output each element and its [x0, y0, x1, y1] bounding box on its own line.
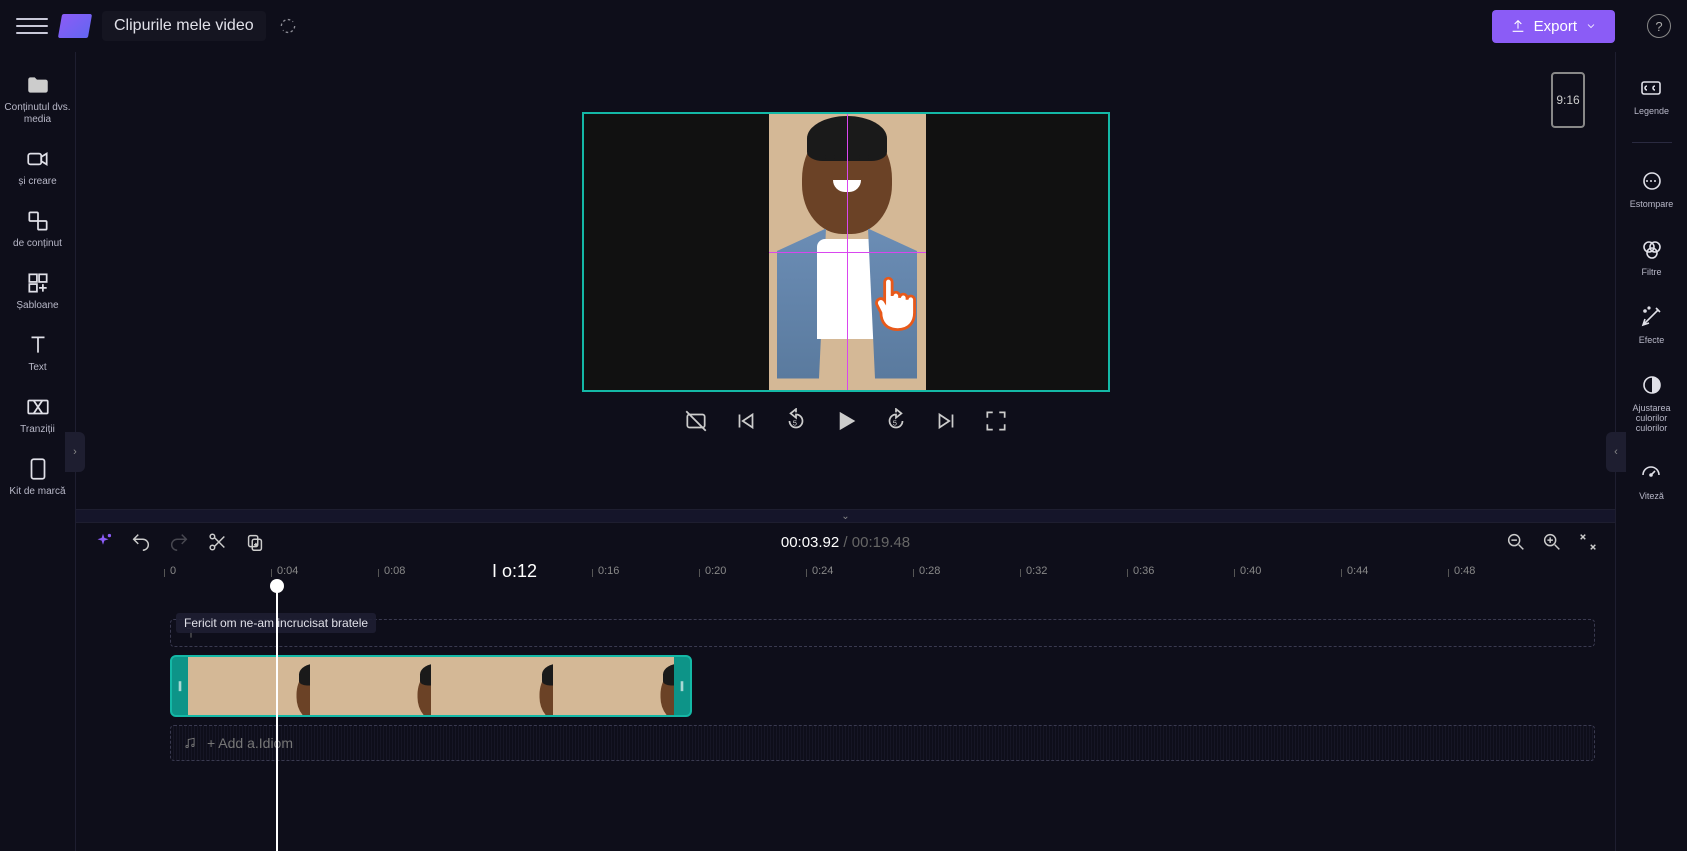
ruler-mark: 0:04: [277, 565, 298, 577]
effects-icon: [1639, 305, 1663, 329]
cursor-hand-icon: [866, 268, 922, 338]
zoom-in-button[interactable]: [1541, 531, 1563, 553]
hide-preview-button[interactable]: [683, 408, 709, 434]
preview-canvas[interactable]: [582, 112, 1110, 392]
forward-5-button[interactable]: 5: [883, 408, 909, 434]
timeline-toolbar: 00:03.92 / 00:19.48: [76, 523, 1615, 561]
redo-button: [168, 531, 190, 553]
skip-back-button[interactable]: [733, 408, 759, 434]
clip-handle-right[interactable]: ∥: [674, 657, 690, 715]
timeline-ruler[interactable]: I o:12 0 0:04 0:08 0:16 0:20 0:24 0:28 0:32 0:36…: [76, 561, 1615, 589]
effects-button[interactable]: Efecte: [1639, 299, 1665, 351]
sidebar-brand[interactable]: Kit de marcă: [0, 448, 75, 506]
clip-thumbnail: [431, 657, 553, 715]
menu-button[interactable]: [16, 10, 48, 42]
ruler-mark: 0:28: [919, 565, 940, 577]
preview-clip[interactable]: [769, 114, 926, 390]
text-track-dropzone[interactable]: [170, 619, 1595, 647]
clip-handle-left[interactable]: ∥: [172, 657, 188, 715]
camera-icon: [25, 148, 51, 170]
ruler-highlight-mark: I o:12: [492, 561, 537, 582]
ruler-mark: 0: [170, 565, 176, 577]
help-button[interactable]: ?: [1647, 14, 1671, 38]
guide-vertical: [847, 114, 848, 390]
timeline[interactable]: I o:12 0 0:04 0:08 0:16 0:20 0:24 0:28 0:32 0:36…: [76, 561, 1615, 851]
captions-icon: [1639, 76, 1663, 100]
audio-track-dropzone[interactable]: + Add a.Idiom: [170, 725, 1595, 761]
folder-icon: [25, 74, 51, 96]
colors-button[interactable]: Ajustarea culorilorculorilor: [1616, 367, 1687, 439]
video-track: ∥ ∥: [170, 655, 1595, 717]
sync-icon: [278, 16, 298, 36]
magic-button[interactable]: [92, 531, 114, 553]
skip-forward-button[interactable]: [933, 408, 959, 434]
clip-thumbnail: [553, 657, 675, 715]
ruler-mark: 0:32: [1026, 565, 1047, 577]
transitions-icon: [25, 396, 51, 418]
sidebar-media[interactable]: Conținutul dvs. media: [0, 64, 75, 134]
brand-icon: [25, 458, 51, 480]
svg-text:5: 5: [792, 418, 796, 427]
time-display: 00:03.92 / 00:19.48: [781, 534, 910, 551]
speed-icon: [1639, 461, 1663, 485]
sidebar-transitions[interactable]: Tranziții: [0, 386, 75, 444]
ruler-mark: 0:24: [812, 565, 833, 577]
duplicate-button[interactable]: [244, 531, 266, 553]
fullscreen-button[interactable]: [983, 408, 1009, 434]
templates-icon: [25, 272, 51, 294]
sidebar-right-expand-button[interactable]: ‹: [1606, 432, 1626, 472]
collapse-timeline-button[interactable]: ⌄: [76, 509, 1615, 523]
sidebar-library[interactable]: de conținut: [0, 200, 75, 258]
sidebar-right: Legende Estompare Filtre Efecte Ajustare…: [1615, 52, 1687, 851]
ruler-mark: 0:40: [1240, 565, 1261, 577]
ruler-mark: 0:16: [598, 565, 619, 577]
fade-icon: [1640, 169, 1664, 193]
sidebar-text[interactable]: Text: [0, 324, 75, 382]
ruler-mark: 0:20: [705, 565, 726, 577]
text-icon: [25, 334, 51, 356]
split-button[interactable]: [206, 531, 228, 553]
preview-area: 9:16 5 5: [76, 52, 1615, 509]
video-clip[interactable]: ∥ ∥: [170, 655, 692, 717]
fit-button[interactable]: [1577, 531, 1599, 553]
ruler-mark: 0:08: [384, 565, 405, 577]
colors-icon: [1640, 373, 1664, 397]
playhead[interactable]: [276, 591, 278, 851]
filters-button[interactable]: Filtre: [1640, 231, 1664, 283]
app-logo-icon: [58, 14, 92, 38]
svg-text:5: 5: [892, 418, 896, 427]
sidebar-record[interactable]: și creare: [0, 138, 75, 196]
captions-button[interactable]: Legende: [1634, 70, 1669, 122]
export-label: Export: [1534, 18, 1577, 35]
project-name-input[interactable]: Clipurile mele video: [102, 11, 266, 41]
aspect-ratio-button[interactable]: 9:16: [1551, 72, 1585, 128]
clip-thumbnail: [310, 657, 432, 715]
undo-button[interactable]: [130, 531, 152, 553]
export-button[interactable]: Export: [1492, 10, 1615, 43]
ruler-mark: 0:36: [1133, 565, 1154, 577]
play-button[interactable]: [833, 408, 859, 434]
ruler-mark: 0:48: [1454, 565, 1475, 577]
speed-button[interactable]: Viteză: [1639, 455, 1664, 507]
clip-thumbnail: [188, 657, 310, 715]
player-controls: 5 5: [683, 392, 1009, 450]
filters-icon: [1640, 237, 1664, 261]
zoom-out-button[interactable]: [1505, 531, 1527, 553]
fade-button[interactable]: Estompare: [1630, 163, 1674, 215]
sidebar-left: Conținutul dvs. media și creare de conți…: [0, 52, 76, 851]
ruler-mark: 0:44: [1347, 565, 1368, 577]
rewind-5-button[interactable]: 5: [783, 408, 809, 434]
library-icon: [25, 210, 51, 232]
sidebar-templates[interactable]: Șabloane: [0, 262, 75, 320]
top-bar: Clipurile mele video Export ?: [0, 0, 1687, 52]
